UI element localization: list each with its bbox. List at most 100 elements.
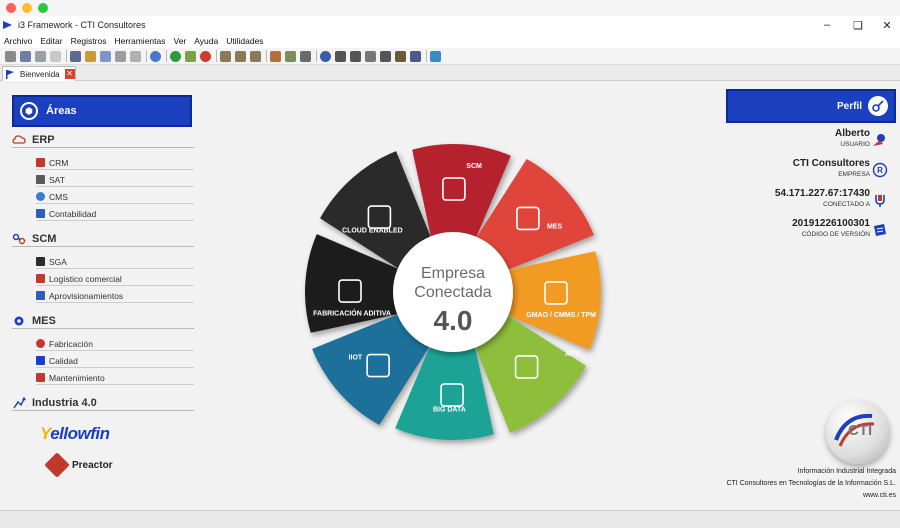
sidebar-item-contabilidad[interactable]: Contabilidad xyxy=(36,207,194,221)
sidebar-item-fabricacion[interactable]: Fabricación xyxy=(36,337,194,351)
preactor-diamond-icon xyxy=(44,452,70,478)
tool-folder-icon[interactable] xyxy=(395,50,406,62)
tool-mail-icon[interactable] xyxy=(100,50,111,62)
mac-window-bar xyxy=(0,0,900,16)
tool-print-icon[interactable] xyxy=(270,50,281,62)
tool-tree-icon[interactable] xyxy=(220,50,231,62)
toolbar-separator xyxy=(146,50,147,62)
section-mes[interactable]: MES xyxy=(12,313,194,329)
wheel-segment-label: GMAO / CMMS / TPM xyxy=(526,312,596,319)
toolbar-separator xyxy=(316,50,317,62)
tool-copy-icon[interactable] xyxy=(35,50,46,62)
tool-add-icon[interactable] xyxy=(170,50,181,62)
item-label: CMS xyxy=(49,191,68,202)
tab-bar: Bienvenida ✕ xyxy=(0,65,900,81)
item-label: Aprovisionamientos xyxy=(49,290,124,301)
tool-edit-record-icon[interactable] xyxy=(185,50,196,62)
version-label: CÓDIGO DE VERSIÓN xyxy=(801,231,870,238)
user-value: Alberto xyxy=(835,128,870,139)
tool-attach-icon[interactable] xyxy=(130,50,141,62)
sidebar-item-crm[interactable]: CRM xyxy=(36,156,194,170)
section-erp[interactable]: ERP xyxy=(12,132,194,148)
mac-zoom-dot[interactable] xyxy=(38,3,48,13)
menu-herramientas[interactable]: Herramientas xyxy=(114,36,165,46)
tool-search-icon[interactable] xyxy=(320,50,331,62)
menu-utilidades[interactable]: Utilidades xyxy=(226,36,263,46)
tool-refresh-icon[interactable] xyxy=(430,50,441,62)
item-label: SAT xyxy=(49,174,65,185)
preactor-logo[interactable]: Preactor xyxy=(44,452,113,478)
tool-window4-icon[interactable] xyxy=(380,50,391,62)
perfil-button[interactable]: Perfil xyxy=(726,89,896,123)
tool-delete-icon[interactable] xyxy=(200,50,211,62)
section-industria[interactable]: Industria 4.0 xyxy=(12,395,194,411)
connected-company-wheel: SCM MES GMAO / CMMS / TPM APS BIG DATA IIOT FA… xyxy=(305,144,601,440)
menu-ver[interactable]: Ver xyxy=(174,36,187,46)
tab-bienvenida[interactable]: Bienvenida ✕ xyxy=(2,66,76,81)
tool-home-icon[interactable] xyxy=(85,50,96,62)
tool-page-icon[interactable] xyxy=(50,50,61,62)
tab-close-icon[interactable]: ✕ xyxy=(64,69,75,79)
toolbar-separator xyxy=(426,50,427,62)
svg-text:R: R xyxy=(877,166,883,175)
company-label: EMPRESA xyxy=(838,171,870,178)
connection-info: 54.171.227.67:17430 CONECTADO A xyxy=(740,188,870,208)
aprovisionamientos-box-icon xyxy=(36,291,45,300)
menu-ayuda[interactable]: Ayuda xyxy=(194,36,218,46)
tool-window2-icon[interactable] xyxy=(350,50,361,62)
tool-settings-icon[interactable] xyxy=(410,50,421,62)
maximize-button[interactable]: ❏ xyxy=(843,16,873,34)
close-window-button[interactable]: ✕ xyxy=(872,16,900,34)
tool-help-icon[interactable] xyxy=(150,50,161,62)
sidebar-item-calidad[interactable]: Calidad xyxy=(36,354,194,368)
contabilidad-calculator-icon xyxy=(36,209,45,218)
tool-window3-icon[interactable] xyxy=(365,50,376,62)
sidebar-item-mantenimiento[interactable]: Mantenimiento xyxy=(36,371,194,385)
tool-export-icon[interactable] xyxy=(285,50,296,62)
footer-line3[interactable]: www.cti.es xyxy=(676,492,896,499)
menu-bar: Archivo Editar Registros Herramientas Ve… xyxy=(0,34,900,48)
status-bar xyxy=(0,510,900,528)
mac-minimize-dot[interactable] xyxy=(22,3,32,13)
wheel-segment-label: SCM xyxy=(466,163,482,170)
mantenimiento-cone-icon xyxy=(36,373,45,382)
sidebar-item-cms[interactable]: CMS xyxy=(36,190,194,204)
sidebar-item-logistico-comercial[interactable]: Logístico comercial xyxy=(36,272,194,286)
menu-archivo[interactable]: Archivo xyxy=(4,36,32,46)
areas-title: Áreas xyxy=(46,105,77,117)
tool-edit-icon[interactable] xyxy=(5,50,16,62)
item-label: CRM xyxy=(49,157,69,168)
cms-globe-icon xyxy=(36,192,45,201)
tool-window-icon[interactable] xyxy=(335,50,346,62)
user-label: USUARIO xyxy=(840,141,870,148)
wheel-segment-label: IIOT xyxy=(349,354,363,361)
minimize-button[interactable]: – xyxy=(812,16,842,34)
tool-save-icon[interactable] xyxy=(300,50,311,62)
sidebar-item-sat[interactable]: SAT xyxy=(36,173,194,187)
areas-header[interactable]: ⬢ Áreas xyxy=(12,95,192,127)
tool-calculator-icon[interactable] xyxy=(70,50,81,62)
key-icon xyxy=(868,96,888,116)
calidad-check-icon xyxy=(36,356,45,365)
tool-tree2-icon[interactable] xyxy=(235,50,246,62)
menu-registros[interactable]: Registros xyxy=(71,36,107,46)
mac-close-dot[interactable] xyxy=(6,3,16,13)
section-title: SCM xyxy=(32,232,57,245)
wheel-segment-label: MES xyxy=(547,224,563,231)
cti-logo-text: CTI xyxy=(848,422,873,439)
flag-icon xyxy=(6,69,14,79)
tool-tree3-icon[interactable] xyxy=(250,50,261,62)
section-scm[interactable]: SCM xyxy=(12,231,194,247)
tool-grid-icon[interactable] xyxy=(20,50,31,62)
section-title: MES xyxy=(32,314,56,327)
sidebar-item-aprovisionamientos[interactable]: Aprovisionamientos xyxy=(36,289,194,303)
yellowfin-logo[interactable]: Yellowfin xyxy=(40,424,110,444)
sidebar-item-sga[interactable]: SGA xyxy=(36,255,194,269)
tool-document-icon[interactable] xyxy=(115,50,126,62)
menu-editar[interactable]: Editar xyxy=(40,36,62,46)
sga-warehouse-icon xyxy=(36,257,45,266)
item-label: Contabilidad xyxy=(49,208,97,219)
title-bar: i3 Framework - CTI Consultores – ❏ ✕ xyxy=(0,16,900,34)
maximize-icon: ❏ xyxy=(853,19,863,32)
minimize-icon: – xyxy=(823,19,831,31)
